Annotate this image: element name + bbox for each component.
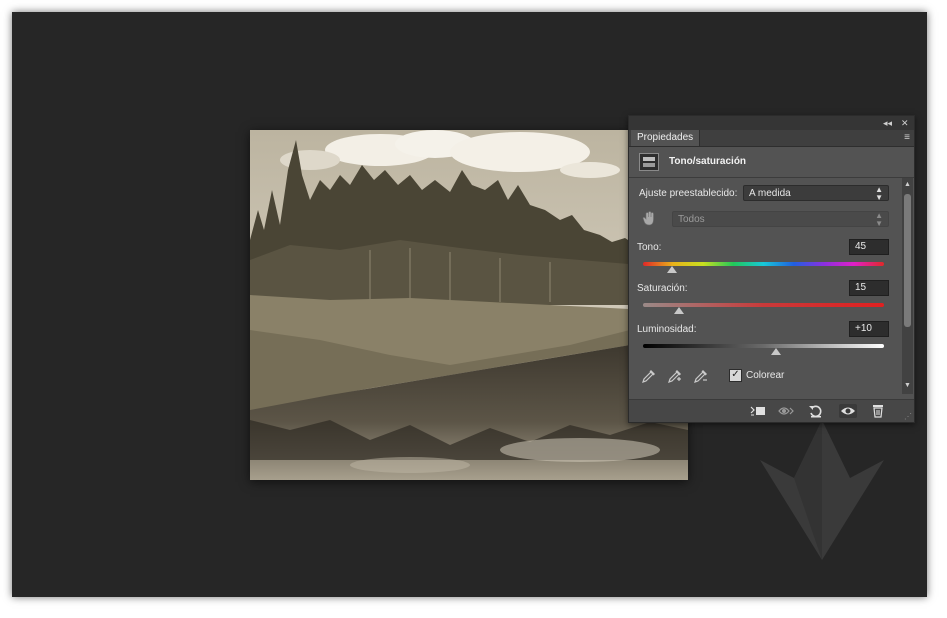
hue-saturation-layer-icon — [639, 153, 659, 171]
adjustment-content: Ajuste preestablecido: A medida ▲ ▼ Todos… — [629, 178, 914, 394]
panel-menu-icon[interactable]: ≡ — [904, 132, 910, 144]
collapse-panel-icon[interactable]: ◂◂ — [883, 117, 892, 129]
hue-label: Tono: — [637, 242, 662, 253]
reset-icon[interactable] — [807, 404, 825, 418]
close-panel-icon[interactable]: ✕ — [901, 117, 909, 129]
trash-icon[interactable] — [869, 404, 887, 418]
lightness-field[interactable]: +10 — [849, 321, 889, 337]
panel-top-bar: ◂◂ ✕ — [629, 116, 914, 130]
hue-slider-track[interactable] — [643, 262, 884, 266]
preset-select[interactable]: A medida ▲ ▼ — [743, 185, 889, 202]
properties-panel: ◂◂ ✕ Propiedades ≡ Tono/saturación Ajust… — [628, 115, 915, 423]
adjustment-title-row: Tono/saturación — [629, 147, 914, 178]
watermark-logo — [760, 420, 884, 560]
view-previous-icon[interactable] — [777, 404, 795, 418]
panel-bottom-bar: ⋰ — [629, 399, 914, 422]
hue-slider-thumb[interactable] — [666, 266, 677, 273]
lightness-slider-thumb[interactable] — [770, 348, 781, 355]
saturation-field[interactable]: 15 — [849, 280, 889, 296]
check-icon: ✓ — [731, 369, 740, 380]
saturation-slider-thumb[interactable] — [674, 307, 685, 314]
hue-field[interactable]: 45 — [849, 239, 889, 255]
lightness-slider-track[interactable] — [643, 344, 884, 348]
panel-scrollbar[interactable]: ▲ ▼ — [902, 178, 913, 394]
select-arrows-icon: ▲ ▼ — [875, 185, 883, 202]
eyedropper-minus-icon[interactable] — [693, 368, 709, 384]
saturation-label: Saturación: — [637, 283, 688, 294]
colorize-label: Colorear — [746, 370, 785, 381]
channel-select[interactable]: Todos ▲ ▼ — [672, 211, 889, 228]
adjustment-title: Tono/saturación — [669, 156, 747, 167]
panel-tab-bar: Propiedades ≡ — [629, 130, 914, 147]
eyedropper-plus-icon[interactable] — [667, 368, 683, 384]
tab-propiedades[interactable]: Propiedades — [631, 130, 701, 146]
scroll-up-icon[interactable]: ▲ — [904, 181, 911, 188]
eye-icon[interactable] — [839, 404, 857, 418]
colorize-checkbox[interactable]: ✓ — [729, 369, 742, 382]
target-hand-icon[interactable] — [641, 210, 659, 228]
photo-drawing — [250, 130, 688, 480]
preset-select-value: A medida — [749, 188, 791, 199]
channel-select-value: Todos — [678, 214, 705, 225]
scroll-down-icon[interactable]: ▼ — [904, 382, 911, 389]
eyedropper-icon[interactable] — [641, 368, 657, 384]
resize-grip-icon[interactable]: ⋰ — [904, 412, 912, 421]
select-arrows-icon: ▲ ▼ — [875, 211, 883, 228]
sepia-landscape-photo — [250, 130, 688, 480]
scrollbar-handle[interactable] — [904, 194, 911, 327]
clip-to-layer-icon[interactable] — [749, 404, 767, 418]
lightness-label: Luminosidad: — [637, 324, 697, 335]
preset-label: Ajuste preestablecido: — [639, 188, 738, 199]
